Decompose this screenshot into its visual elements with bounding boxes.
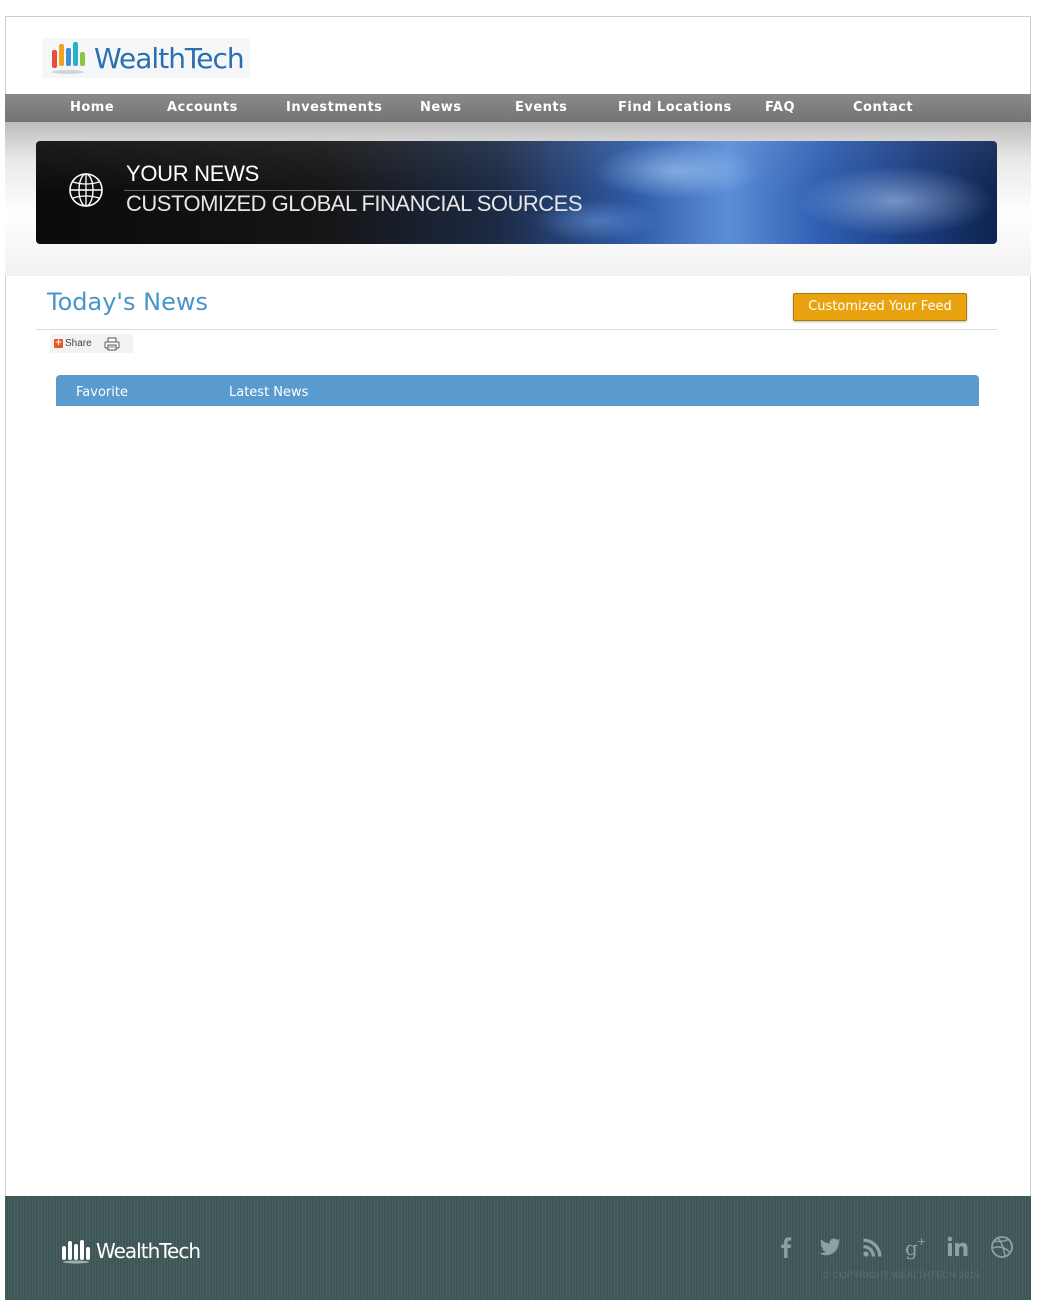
footer-logo-mark-icon — [62, 1240, 90, 1264]
hero-banner: YOUR NEWS CUSTOMIZED GLOBAL FINANCIAL SO… — [36, 141, 997, 244]
main-nav: Home Accounts Investments News Events Fi… — [5, 94, 1031, 122]
globe-icon — [69, 173, 103, 207]
logo-wordmark: WealthTech — [94, 41, 245, 75]
footer-logo[interactable]: WealthTech — [60, 1238, 201, 1264]
logo-mark-icon — [52, 42, 85, 74]
google-plus-icon[interactable]: g + — [903, 1234, 929, 1260]
twitter-icon[interactable] — [817, 1234, 843, 1260]
plus-icon: + — [54, 338, 63, 348]
footer: WealthTech g + © COPYRIGHT WEALTHTECH 201… — [5, 1196, 1031, 1300]
nav-item-events[interactable]: Events — [515, 94, 567, 122]
nav-item-home[interactable]: Home — [70, 94, 114, 122]
share-toolbar: + Share — [50, 334, 133, 353]
header-logo[interactable]: WealthTech — [42, 38, 250, 78]
dribbble-icon[interactable] — [989, 1234, 1015, 1260]
nav-item-faq[interactable]: FAQ — [765, 94, 795, 122]
customize-feed-button[interactable]: Customized Your Feed — [793, 293, 967, 321]
page-title: Today's News — [47, 288, 208, 316]
nav-item-accounts[interactable]: Accounts — [167, 94, 238, 122]
banner-subtitle: CUSTOMIZED GLOBAL FINANCIAL SOURCES — [126, 191, 583, 216]
rss-icon[interactable] — [860, 1234, 886, 1260]
facebook-icon[interactable] — [773, 1234, 799, 1260]
linkedin-icon[interactable] — [945, 1234, 971, 1260]
nav-item-find-locations[interactable]: Find Locations — [618, 94, 732, 122]
share-label: Share — [65, 338, 92, 349]
news-tabs: Favorite Latest News — [56, 375, 979, 406]
print-icon[interactable] — [104, 337, 120, 351]
footer-wordmark: WealthTech — [96, 1239, 201, 1263]
tab-latest-news[interactable]: Latest News — [229, 375, 308, 406]
nav-item-contact[interactable]: Contact — [853, 94, 913, 122]
title-divider — [36, 329, 997, 330]
copyright-text: © COPYRIGHT WEALTHTECH 2015 — [823, 1270, 980, 1280]
nav-item-news[interactable]: News — [420, 94, 461, 122]
banner-title: YOUR NEWS — [126, 161, 259, 186]
svg-text:+: + — [917, 1235, 926, 1248]
tab-favorite[interactable]: Favorite — [76, 375, 128, 406]
share-button[interactable]: + Share — [54, 338, 92, 349]
nav-item-investments[interactable]: Investments — [286, 94, 382, 122]
